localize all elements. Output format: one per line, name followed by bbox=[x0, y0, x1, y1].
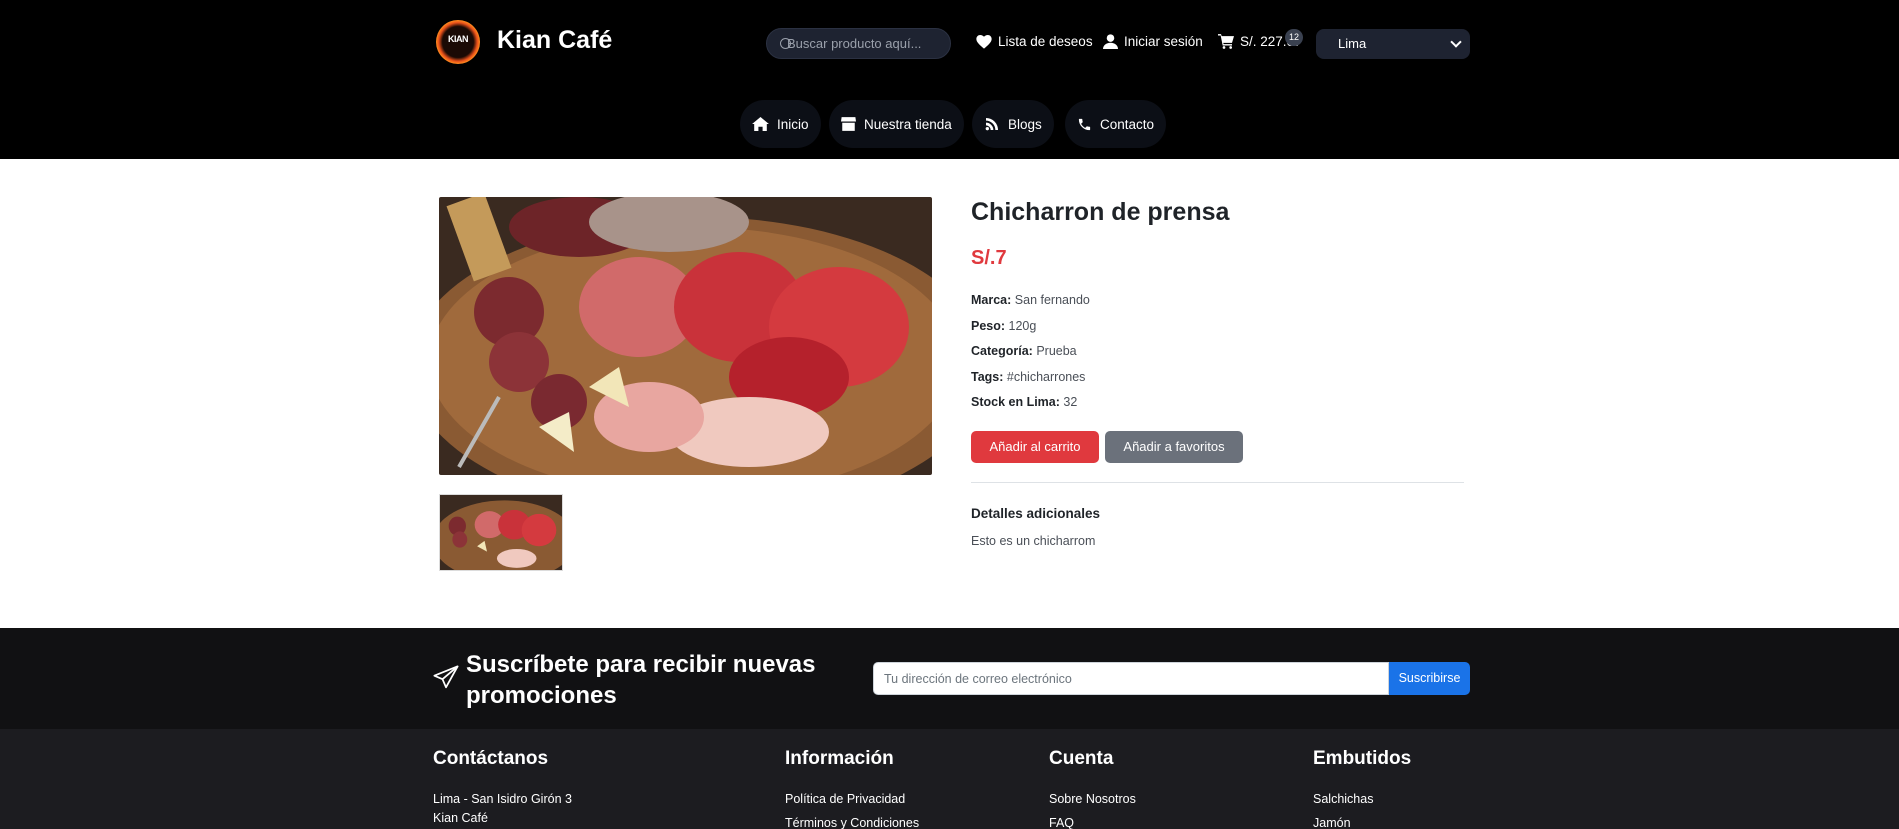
paper-plane-icon bbox=[433, 665, 459, 689]
details-text: Esto es un chicharrom bbox=[971, 534, 1096, 548]
phone-icon bbox=[1078, 118, 1091, 130]
product-price: S/.7 bbox=[971, 247, 1007, 269]
footer-link-terms[interactable]: Términos y Condiciones bbox=[785, 816, 919, 829]
product-brand: Marca: San fernando bbox=[971, 293, 1090, 307]
product-title: Chicharron de prensa bbox=[971, 198, 1230, 226]
product-main-image[interactable] bbox=[439, 197, 932, 475]
kian-cafe-logo[interactable]: KIAN bbox=[436, 20, 480, 64]
wishlist-link[interactable]: Lista de deseos bbox=[976, 34, 1093, 49]
home-icon bbox=[752, 117, 769, 131]
login-link[interactable]: Iniciar sesión bbox=[1103, 34, 1203, 49]
city-select[interactable]: Lima bbox=[1316, 29, 1470, 59]
footer-contact-name: Kian Café bbox=[433, 811, 488, 825]
product-tags: Tags: #chicharrones bbox=[971, 370, 1086, 384]
product-weight: Peso: 120g bbox=[971, 319, 1037, 333]
site-footer bbox=[0, 729, 1899, 829]
product-category: Categoría: Prueba bbox=[971, 344, 1077, 358]
charcuterie-board-image bbox=[439, 197, 932, 475]
footer-account-column: Cuenta Sobre Nosotros FAQ bbox=[1049, 748, 1136, 829]
cart-count-badge: 12 bbox=[1285, 29, 1303, 46]
search-bar[interactable] bbox=[766, 28, 951, 59]
footer-link-about[interactable]: Sobre Nosotros bbox=[1049, 792, 1136, 806]
product-thumbnail[interactable] bbox=[439, 494, 563, 571]
footer-link-salchichas[interactable]: Salchichas bbox=[1313, 792, 1373, 806]
nav-inicio[interactable]: Inicio bbox=[740, 100, 821, 148]
brand-name[interactable]: Kian Café bbox=[497, 26, 612, 55]
nav-contacto[interactable]: Contacto bbox=[1065, 100, 1167, 148]
footer-sausages-column: Embutidos Salchichas Jamón bbox=[1313, 748, 1412, 829]
nav-nuestra-tienda[interactable]: Nuestra tienda bbox=[829, 100, 964, 148]
newsletter-title: Suscríbete para recibir nuevas promocion… bbox=[466, 651, 816, 709]
site-header: KIAN Kian Café Lista de deseos Iniciar s… bbox=[0, 0, 1899, 159]
charcuterie-thumbnail-image bbox=[440, 495, 562, 570]
footer-account-title: Cuenta bbox=[1049, 748, 1114, 769]
divider bbox=[971, 482, 1464, 483]
user-icon bbox=[1103, 34, 1118, 49]
add-to-cart-button[interactable]: Añadir al carrito bbox=[971, 431, 1099, 463]
footer-contact-title: Contáctanos bbox=[433, 748, 549, 769]
footer-link-privacy[interactable]: Política de Privacidad bbox=[785, 792, 905, 806]
store-icon bbox=[841, 117, 856, 131]
footer-contact-address: Lima - San Isidro Girón 3 bbox=[433, 792, 572, 806]
footer-link-jamon[interactable]: Jamón bbox=[1313, 816, 1351, 829]
footer-info-column: Información Política de Privacidad Térmi… bbox=[785, 748, 919, 829]
chevron-down-icon bbox=[1450, 36, 1462, 48]
newsletter-email-input[interactable] bbox=[873, 662, 1389, 695]
footer-sausages-title: Embutidos bbox=[1313, 748, 1412, 769]
heart-icon bbox=[976, 34, 992, 49]
blog-icon bbox=[985, 118, 998, 131]
search-input[interactable] bbox=[787, 29, 947, 58]
subscribe-button[interactable]: Suscribirse bbox=[1389, 662, 1470, 695]
footer-info-title: Información bbox=[785, 748, 894, 769]
footer-link-faq[interactable]: FAQ bbox=[1049, 816, 1074, 829]
cart-icon bbox=[1218, 34, 1234, 49]
nav-blogs[interactable]: Blogs bbox=[972, 100, 1054, 148]
details-title: Detalles adicionales bbox=[971, 506, 1101, 521]
footer-contact-column: Contáctanos Lima - San Isidro Girón 3 Ki… bbox=[433, 748, 572, 825]
product-stock: Stock en Lima: 32 bbox=[971, 395, 1078, 409]
add-to-favorites-button[interactable]: Añadir a favoritos bbox=[1105, 431, 1243, 463]
